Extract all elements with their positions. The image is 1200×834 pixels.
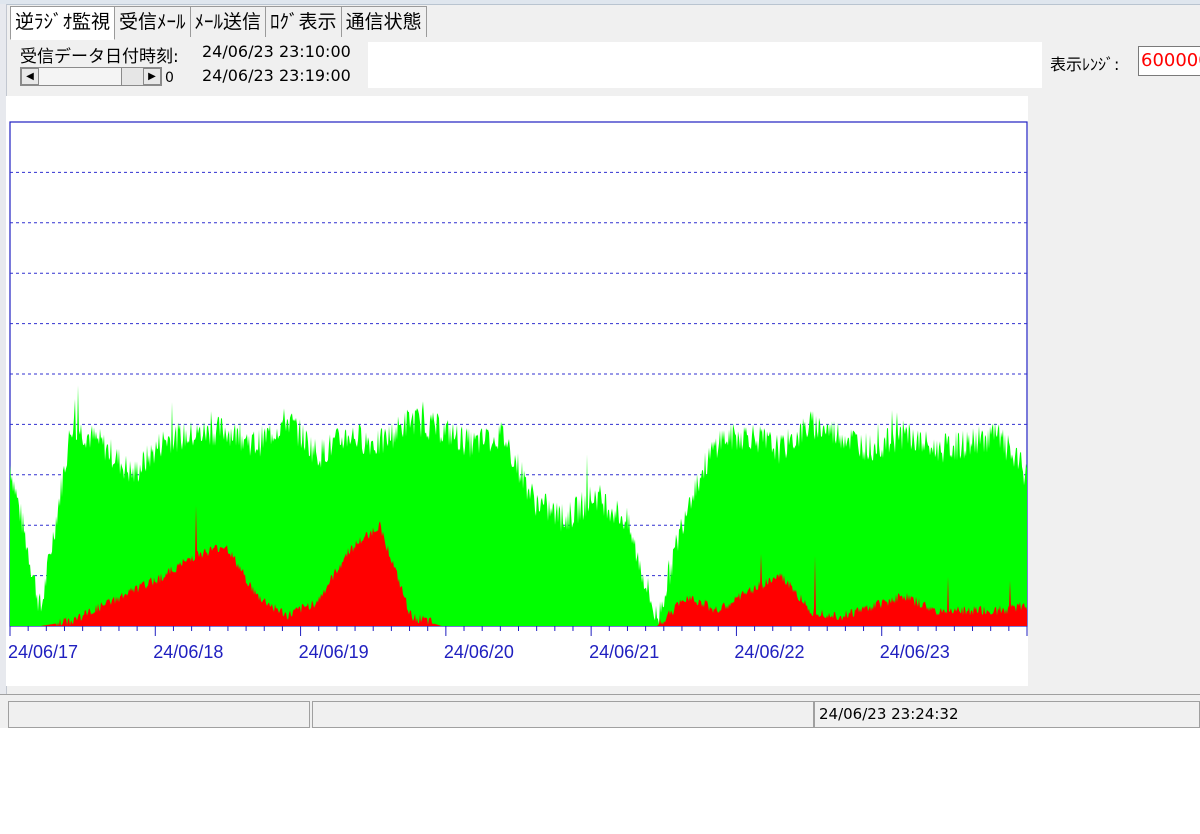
app-window: 逆ﾗｼﾞｵ監視 受信ﾒｰﾙ ﾒｰﾙ送信 ﾛｸﾞ表示 通信状態 受信データ日付時刻… — [0, 0, 1200, 728]
x-tick-label: 24/06/20 — [444, 642, 514, 662]
time-scrollbar[interactable]: ◀ ▶ — [20, 67, 162, 86]
display-range-label: 表示ﾚﾝｼﾞ: — [1050, 55, 1120, 74]
info-display-box — [368, 42, 1042, 88]
tab-comm-status[interactable]: 通信状態 — [340, 6, 427, 37]
x-tick-label: 24/06/23 — [880, 642, 950, 662]
background-area — [0, 728, 1200, 834]
tab-reverse-radio-monitor[interactable]: 逆ﾗｼﾞｵ監視 — [10, 6, 116, 40]
time-start-value: 24/06/23 23:10:00 — [202, 42, 351, 61]
status-timestamp: 24/06/23 23:24:32 — [814, 701, 1200, 728]
x-tick-label: 24/06/21 — [589, 642, 659, 662]
x-tick-label: 24/06/17 — [8, 642, 78, 662]
time-end-value: 24/06/23 23:19:00 — [202, 66, 351, 85]
scroll-value: 0 — [165, 70, 174, 86]
received-datetime-label: 受信データ日付時刻: — [20, 47, 179, 67]
tab-received-mail[interactable]: 受信ﾒｰﾙ — [114, 6, 191, 37]
right-arrow-icon[interactable]: ▶ — [143, 68, 161, 85]
x-tick-label: 24/06/22 — [734, 642, 804, 662]
tab-strip: 逆ﾗｼﾞｵ監視 受信ﾒｰﾙ ﾒｰﾙ送信 ﾛｸﾞ表示 通信状態 — [10, 6, 427, 40]
scrollbar-thumb[interactable] — [121, 68, 143, 85]
status-bar: 24/06/23 23:24:32 — [0, 694, 1200, 728]
x-tick-label: 24/06/19 — [299, 642, 369, 662]
traffic-chart: 24/06/17 24/06/18 24/06/19 24/06/20 24/06/21… — [8, 121, 1028, 662]
tab-log-view[interactable]: ﾛｸﾞ表示 — [265, 6, 342, 37]
display-range-input[interactable]: 600000 — [1138, 46, 1200, 76]
status-panel-1 — [8, 701, 310, 728]
status-panel-2 — [312, 701, 814, 728]
chart-panel: 24/06/17 24/06/18 24/06/19 24/06/20 24/06/21… — [6, 96, 1028, 686]
title-bar — [0, 0, 1200, 5]
x-tick-label: 24/06/18 — [153, 642, 223, 662]
left-arrow-icon[interactable]: ◀ — [21, 68, 39, 85]
tab-send-mail[interactable]: ﾒｰﾙ送信 — [189, 6, 267, 37]
